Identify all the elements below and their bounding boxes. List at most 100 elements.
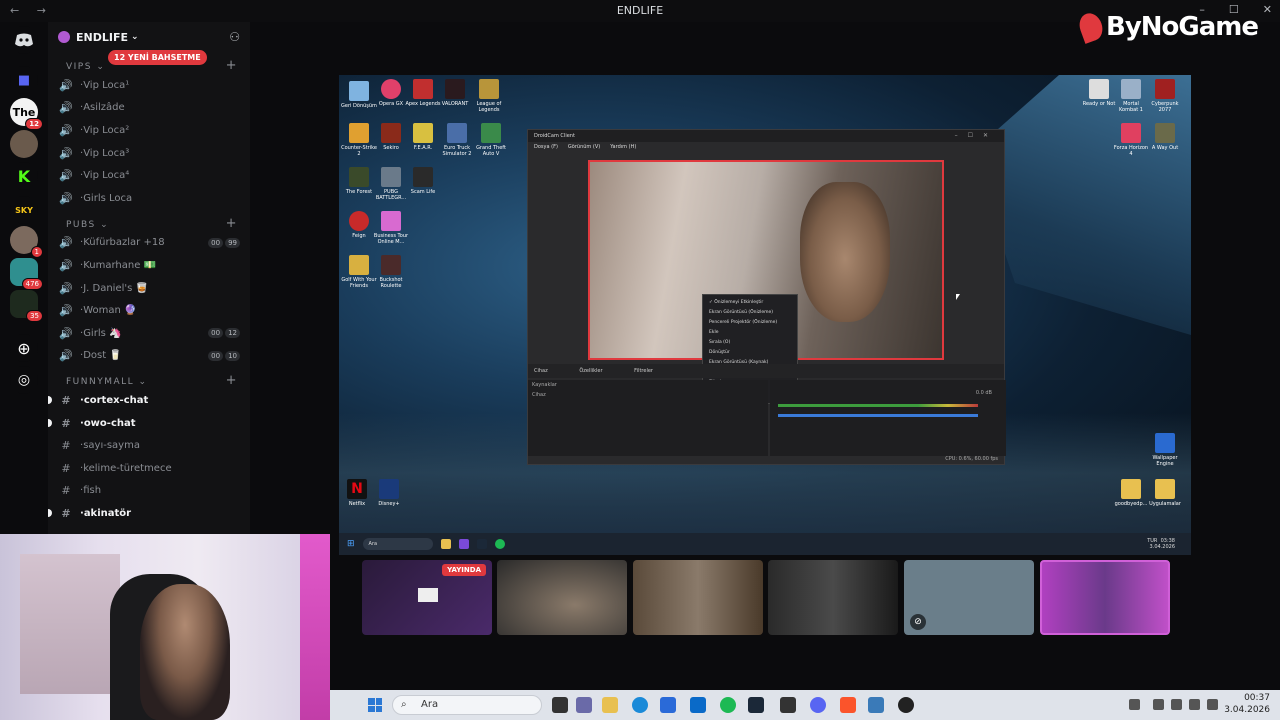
edge-icon[interactable]	[632, 697, 648, 713]
desktop-icon[interactable]: Business Tour Online M...	[373, 211, 409, 245]
context-item[interactable]: Pencereli Projektör (Önizleme)	[709, 318, 791, 328]
participant-tile[interactable]	[633, 560, 763, 635]
text-channel[interactable]: # · kelime-türetmece	[48, 457, 250, 480]
desktop-icon[interactable]: Disney+	[371, 479, 407, 507]
category-pubs[interactable]: PUBS ⌄ +	[48, 210, 250, 232]
desktop-icon[interactable]: Uygulamalar	[1147, 479, 1183, 507]
desktop-icon[interactable]: Mortal Kombat 1	[1113, 79, 1149, 113]
discord-icon[interactable]	[810, 697, 826, 713]
context-item[interactable]: Dönüştür	[709, 348, 791, 358]
text-channel[interactable]: # · fish	[48, 480, 250, 503]
menu-view[interactable]: Görünüm (V)	[568, 144, 600, 150]
context-item[interactable]: Ekle	[709, 328, 791, 338]
invite-people-icon[interactable]: ⚇	[229, 30, 240, 44]
participant-tile[interactable]	[1040, 560, 1170, 635]
filters-button[interactable]: Filtreler	[634, 368, 653, 374]
server-sky[interactable]: SKY	[10, 196, 38, 224]
desktop-icon[interactable]: League of Legends	[471, 79, 507, 113]
desktop-icon[interactable]: The Forest	[341, 167, 377, 195]
add-channel-icon[interactable]: +	[226, 58, 238, 73]
task-view-icon[interactable]	[552, 697, 568, 713]
app-icon[interactable]	[576, 697, 592, 713]
desktop-icon[interactable]: Ready or Not	[1081, 79, 1117, 107]
discord-icon[interactable]	[458, 539, 469, 549]
droidcam-window[interactable]: DroidCam Client –☐✕ Dosya (F) Görünüm (V)…	[527, 129, 1006, 465]
server-6[interactable]: 1	[10, 226, 43, 258]
voice-channel[interactable]: 🔊 · J. Daniel's 🥃	[48, 277, 250, 300]
add-channel-icon[interactable]: +	[226, 373, 238, 388]
file-explorer-icon[interactable]	[602, 697, 618, 713]
text-channel[interactable]: # · sayı-sayma	[48, 434, 250, 457]
droidcam-window-controls[interactable]: –☐✕	[955, 132, 998, 139]
network-icon[interactable]	[1153, 699, 1164, 710]
windows-start-icon[interactable]: ⊞	[347, 539, 355, 549]
desktop-icon[interactable]: Scam Life	[405, 167, 441, 195]
voice-channel[interactable]: 🔊 · Kumarhane 💵	[48, 254, 250, 277]
desktop-icon[interactable]: F.E.A.R.	[405, 123, 441, 151]
desktop-icon[interactable]: Forza Horizon 4	[1113, 123, 1149, 157]
new-mentions-pill[interactable]: 12 YENİ BAHSETME	[108, 50, 207, 65]
desktop-icon[interactable]: Counter-Strike 2	[341, 123, 377, 157]
store-icon[interactable]	[660, 697, 676, 713]
microphone-icon[interactable]	[1171, 699, 1182, 710]
spotify-icon[interactable]	[494, 539, 505, 549]
app-icon[interactable]	[780, 697, 796, 713]
server-3[interactable]	[10, 130, 38, 158]
stream-search[interactable]: Ara	[362, 538, 433, 550]
desktop-icon[interactable]: Golf With Your Friends	[341, 255, 377, 289]
context-item[interactable]: ✓ Önizlemeyi Etkinleştir	[709, 298, 791, 308]
add-channel-icon[interactable]: +	[226, 216, 238, 231]
desktop-icon[interactable]: VALORANT	[437, 79, 473, 107]
dm-folder-icon[interactable]: ■	[10, 66, 38, 94]
text-channel[interactable]: # · owo-chat	[48, 412, 250, 435]
volume-slider[interactable]	[778, 414, 978, 417]
close-button[interactable]: ✕	[1263, 3, 1272, 16]
text-channel[interactable]: # · cortex-chat	[48, 389, 250, 412]
obs-icon[interactable]	[898, 697, 914, 713]
desktop-icon[interactable]: Geri Dönüşüm	[341, 81, 377, 109]
desktop-icon[interactable]: Wallpaper Engine	[1147, 433, 1183, 467]
spotify-icon[interactable]	[720, 697, 736, 713]
category-vips[interactable]: VIPS ⌄ 12 YENİ BAHSETME +	[48, 50, 250, 74]
desktop-icon[interactable]: PUBG BATTLEGR...	[373, 167, 409, 201]
screen-share-stream[interactable]: Geri Dönüşüm Opera GX Apex Legends VALOR…	[339, 75, 1191, 555]
desktop-icon[interactable]: goodbyedp...	[1113, 479, 1149, 507]
battery-icon[interactable]	[1207, 699, 1218, 710]
taskbar-clock[interactable]: 00:37 3.04.2026	[1224, 692, 1270, 716]
voice-channel[interactable]: 🔊 · Woman 🔮	[48, 299, 250, 322]
add-server-icon[interactable]: ⊕	[10, 334, 38, 362]
guild-header[interactable]: ENDLIFE ⌄ ⚇	[48, 22, 250, 52]
voice-channel[interactable]: 🔊 · Vip Loca³	[48, 142, 250, 165]
brave-icon[interactable]	[840, 697, 856, 713]
text-channel[interactable]: # · akinatör	[48, 502, 250, 525]
folder-icon[interactable]	[440, 539, 451, 549]
desktop-icon[interactable]: Feign	[341, 211, 377, 239]
outlook-icon[interactable]	[690, 697, 706, 713]
windows-start-icon[interactable]	[368, 698, 382, 712]
steam-icon[interactable]	[748, 697, 764, 713]
server-endlife[interactable]: The 12	[10, 98, 43, 130]
participant-tile[interactable]: ⊘	[904, 560, 1034, 635]
desktop-icon[interactable]: Grand Theft Auto V	[473, 123, 509, 157]
desktop-icon[interactable]: Cyberpunk 2077	[1147, 79, 1183, 113]
tile-live[interactable]: YAYINDA	[362, 560, 492, 635]
participant-tile[interactable]	[497, 560, 627, 635]
voice-channel[interactable]: 🔊 · Dost 🥛 00 10	[48, 345, 250, 368]
desktop-icon[interactable]: Opera GX	[373, 79, 409, 107]
voice-channel[interactable]: 🔊 · Vip Loca²	[48, 119, 250, 142]
menu-help[interactable]: Yardım (H)	[610, 144, 636, 150]
chevron-up-icon[interactable]	[1129, 699, 1140, 710]
explore-icon[interactable]: ◎	[10, 366, 38, 394]
app-icon[interactable]	[868, 697, 884, 713]
voice-channel[interactable]: 🔊 · Girls 🦄 00 12	[48, 322, 250, 345]
context-item[interactable]: Sırala (O)	[709, 338, 791, 348]
speaker-icon[interactable]	[1189, 699, 1200, 710]
voice-channel[interactable]: 🔊 · Vip Loca¹	[48, 74, 250, 97]
server-7[interactable]: 476	[10, 258, 43, 290]
desktop-icon[interactable]: N Netflix	[339, 479, 375, 507]
voice-channel[interactable]: 🔊 · Asilzâde	[48, 97, 250, 120]
participant-tile[interactable]	[768, 560, 898, 635]
desktop-icon[interactable]: A Way Out	[1147, 123, 1183, 151]
desktop-icon[interactable]: Sekiro	[373, 123, 409, 151]
context-item[interactable]: Ekran Görüntüsü (Önizleme)	[709, 308, 791, 318]
